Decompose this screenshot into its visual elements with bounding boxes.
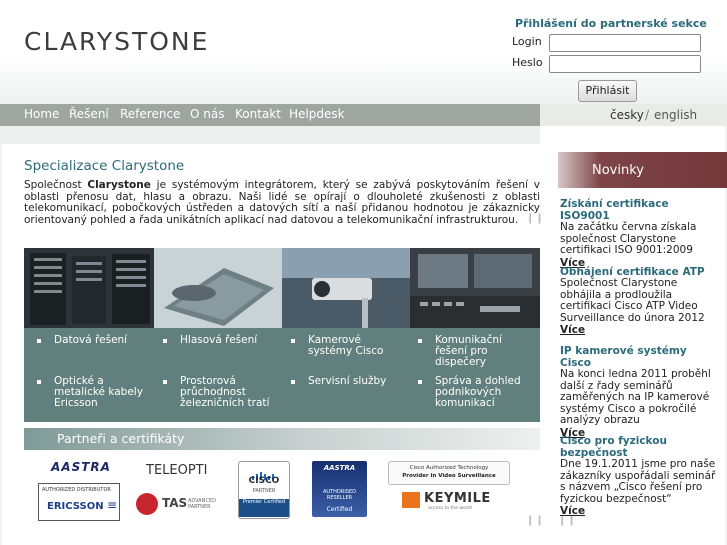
tas-logo[interactable]: TAS ADVANCED PARTNER	[136, 493, 228, 515]
nav-item-o-nas[interactable]: O nás	[190, 107, 224, 121]
cisco-premier-badge[interactable]: CISCO PARTNER Premier Certified	[238, 461, 290, 519]
language-switch: česky / english	[540, 104, 727, 126]
news-item-body: Na začátku června získala společnost Cla…	[560, 221, 697, 256]
partner-logos: AASTRA AUTHORIZED DISTRIBUTOR ERICSSON ≡…	[24, 455, 540, 525]
news-header: Novinky	[558, 152, 727, 188]
cisco-bars-icon	[252, 465, 276, 480]
page: CLARYSTONE Přihlášení do partnerské sekc…	[0, 0, 727, 545]
cisco-video-badge[interactable]: Cisco Authorized Technology Provider in …	[388, 461, 510, 485]
lang-english[interactable]: english	[654, 108, 697, 122]
partners-title: Partneři a certifikáty	[57, 431, 185, 446]
ip-phone-photo[interactable]	[154, 248, 282, 328]
keymile-mark-icon	[402, 492, 420, 508]
lang-separator: /	[645, 108, 650, 122]
ericsson-mark-icon: ≡	[107, 498, 118, 512]
news-more-link[interactable]: Více	[560, 505, 720, 517]
news-title: Novinky	[592, 163, 644, 178]
solutions-photo-row	[24, 248, 540, 328]
page-title: Specializace Clarystone	[24, 158, 185, 174]
solution-link-dispatch[interactable]: Komunikační řešení pro dispečery	[418, 335, 535, 368]
login-title: Přihlášení do partnerské sekce	[515, 17, 707, 30]
solution-link-services[interactable]: Servisní služby	[291, 376, 408, 387]
news-item-body: Dne 19.1.2011 jsme pro naše zákazníky us…	[560, 458, 716, 505]
teleopti-logo[interactable]: TELEOPTI	[146, 463, 207, 478]
solutions-grid: Datová řešení Hlasová řešení Kamerové sy…	[24, 328, 540, 422]
solution-link-cables[interactable]: Optické a metalické kabely Ericsson	[37, 376, 154, 409]
nav-item-reseni[interactable]: Řešení	[69, 107, 109, 121]
pause-icon[interactable]: ❙❙	[526, 213, 545, 224]
nav-shadow-strip	[0, 126, 540, 144]
aastra-logo[interactable]: AASTRA	[51, 460, 111, 474]
news-item: Získání certifikace ISO9001 Na začátku č…	[560, 198, 720, 269]
password-input[interactable]	[549, 55, 701, 73]
aastra-reseller-badge[interactable]: AASTRA AUTHORISED RESELLER Certified	[312, 461, 367, 517]
news-item: Obhájení certifikace ATP Společnost Clar…	[560, 266, 720, 336]
news-item-title[interactable]: Cisco pro fyzickou bezpečnost	[560, 435, 720, 459]
solution-link-voice[interactable]: Hlasová řešení	[163, 335, 280, 346]
partners-header: Partneři a certifikáty	[24, 428, 540, 450]
nav-item-kontakt[interactable]: Kontakt	[235, 107, 281, 121]
news-item: IP kamerové systémy Cisco Na konci ledna…	[560, 345, 720, 439]
news-more-link[interactable]: Více	[560, 324, 720, 336]
nav-item-reference[interactable]: Reference	[120, 107, 180, 121]
main-nav: Home Řešení Reference O nás Kontakt Help…	[0, 104, 540, 126]
keymile-logo[interactable]: KEYMILE access to the world	[402, 491, 502, 513]
news-item: Cisco pro fyzickou bezpečnost Dne 19.1.2…	[560, 435, 720, 517]
ericsson-logo[interactable]: AUTHORIZED DISTRIBUTOR ERICSSON ≡	[38, 483, 120, 521]
solution-link-cameras[interactable]: Kamerové systémy Cisco	[291, 335, 408, 357]
login-input[interactable]	[549, 34, 701, 52]
nav-item-home[interactable]: Home	[24, 107, 59, 121]
lang-czech[interactable]: česky	[610, 108, 644, 122]
login-button[interactable]: Přihlásit	[578, 80, 637, 102]
header: CLARYSTONE Přihlášení do partnerské sekc…	[0, 0, 727, 104]
solution-link-railway[interactable]: Prostorová průchodnost železničních trat…	[163, 376, 280, 409]
logo[interactable]: CLARYSTONE	[24, 27, 209, 56]
solution-link-data[interactable]: Datová řešení	[37, 335, 154, 346]
solution-link-management[interactable]: Správa a dohled podnikových komunikací	[418, 376, 535, 409]
server-rack-photo[interactable]	[24, 248, 154, 328]
news-item-title[interactable]: IP kamerové systémy Cisco	[560, 345, 720, 369]
dispatch-console-photo[interactable]	[410, 248, 540, 328]
news-sidebar: Novinky Získání certifikace ISO9001 Na z…	[558, 150, 727, 545]
security-camera-photo[interactable]	[282, 248, 410, 328]
nav-item-helpdesk[interactable]: Helpdesk	[289, 107, 345, 121]
pause-icon-bottom[interactable]: ❙❙	[526, 515, 545, 526]
news-item-body: Společnost Clarystone obhájila a prodlou…	[560, 277, 705, 324]
password-label: Heslo	[512, 56, 543, 69]
tas-mark-icon	[136, 493, 158, 515]
login-label: Login	[512, 35, 542, 48]
intro-text: Společnost Clarystone je systémovým inte…	[24, 179, 540, 226]
news-item-title[interactable]: Získání certifikace ISO9001	[560, 198, 720, 222]
news-item-body: Na konci ledna 2011 proběhl další z řady…	[560, 368, 711, 426]
